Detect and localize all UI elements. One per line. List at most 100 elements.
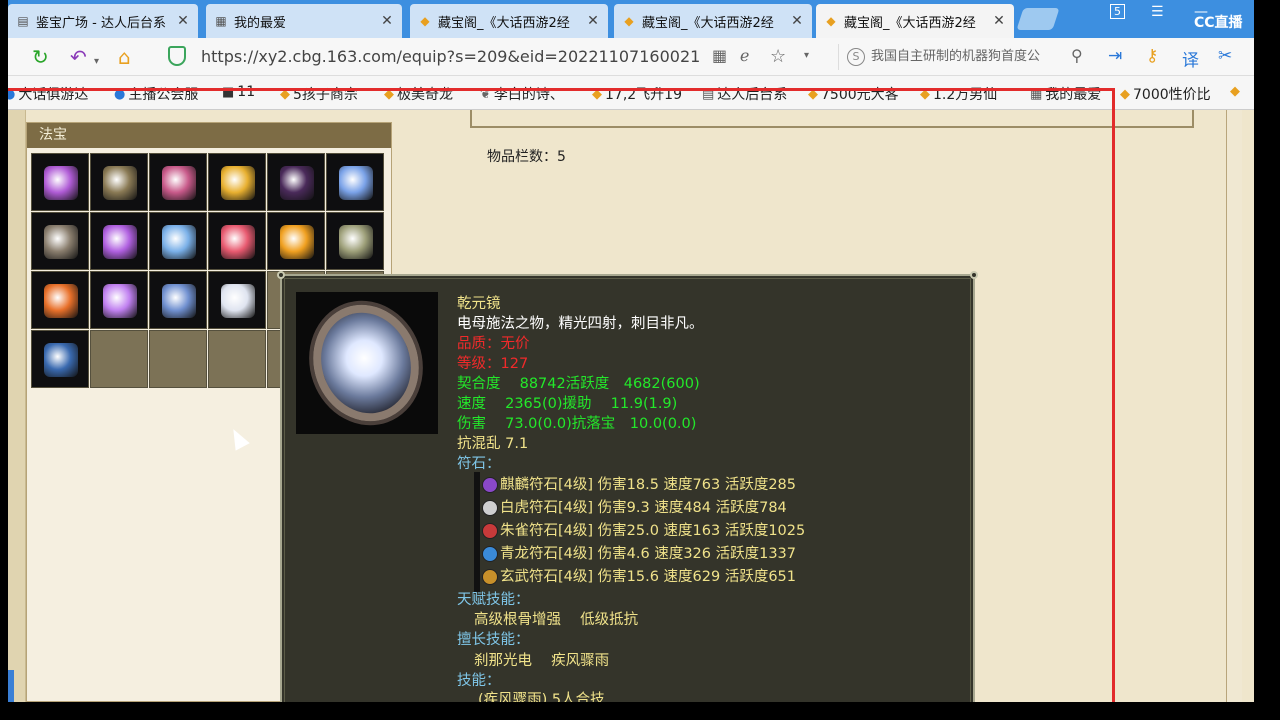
fabao-slot[interactable] (267, 153, 325, 211)
rune-text: 朱雀符石[4级] 伤害25.0 速度163 活跃度1025 (500, 523, 806, 539)
talent-label: 天赋技能： (457, 592, 530, 608)
fabao-slot[interactable] (326, 153, 384, 211)
rune-row: 白虎符石[4级] 伤害9.3 速度484 活跃度784 (482, 498, 787, 518)
rune-icon (482, 523, 498, 539)
bookmark-item[interactable]: ◆ 17,2飞升19 (592, 84, 682, 104)
tab-cbg-2[interactable]: ◆ 藏宝阁_《大话西游2经 ✕ (614, 4, 812, 38)
fabao-slot[interactable] (149, 153, 207, 211)
side-tab[interactable] (8, 670, 14, 702)
bookmark-item[interactable]: ▤ 达人后台系 (702, 84, 787, 104)
home-icon[interactable]: ⌂ (118, 45, 131, 69)
bookmark-icon: ◆ (1230, 84, 1240, 99)
security-shield-icon (168, 46, 186, 66)
treasure-seal-icon (44, 284, 78, 318)
tab-jianbao[interactable]: ▤ 鉴宝广场 - 达人后台系 ✕ (8, 4, 198, 38)
close-icon[interactable]: ✕ (586, 13, 600, 29)
fabao-slot[interactable] (31, 212, 89, 270)
search-box: S 我国自主研制的机器狗首度公 ⚲ (838, 44, 1096, 70)
item-stat-line: 伤害 73.0(0.0)抗落宝 10.0(0.0) (457, 416, 697, 432)
chevron-down-icon[interactable]: ▾ (804, 50, 809, 61)
item-tooltip: 乾元镜 电母施法之物，精光四射，刺目非凡。 品质：无价 等级：127 契合度 8… (277, 271, 978, 702)
rune-icon (482, 546, 498, 562)
close-icon[interactable]: ✕ (790, 13, 804, 29)
search-input[interactable]: 我国自主研制的机器狗首度公 (871, 44, 1065, 70)
tab-bar: ▤ 鉴宝广场 - 达人后台系 ✕ ▦ 我的最爱 ✕ ◆ 藏宝阁_《大话西游2经 … (8, 0, 1254, 38)
search-engine-icon[interactable]: S (847, 48, 865, 66)
key-icon[interactable]: ⚷ (1146, 46, 1158, 66)
cc-live-logo: CC直播 (1194, 15, 1243, 31)
fabao-slot[interactable] (31, 271, 89, 329)
item-name: 乾元镜 (457, 296, 501, 312)
browser-window: ▤ 鉴宝广场 - 达人后台系 ✕ ▦ 我的最爱 ✕ ◆ 藏宝阁_《大话西游2经 … (8, 0, 1254, 702)
tab-cbg-active[interactable]: ◆ 藏宝阁_《大话西游2经 ✕ (816, 4, 1014, 38)
fabao-slot[interactable] (208, 153, 266, 211)
treasure-sword-icon (339, 166, 373, 200)
fabao-slot[interactable] (90, 330, 148, 388)
fabao-slot[interactable] (149, 212, 207, 270)
bookmark-item[interactable]: ■ 11 (222, 84, 255, 100)
url-input[interactable]: https://xy2.cbg.163.com/equip?s=209&eid=… (201, 44, 701, 70)
skill-label: 技能： (457, 673, 501, 689)
bookmark-item[interactable]: ●大话俱游达 (8, 84, 88, 104)
search-icon[interactable]: ⚲ (1071, 46, 1083, 65)
bookmark-label: 达人后台系 (717, 87, 788, 103)
fabao-slot[interactable] (31, 330, 89, 388)
bookmark-item[interactable]: ❦ 李白的诗、 (480, 84, 564, 104)
fabao-slot[interactable] (90, 212, 148, 270)
item-desc: 电母施法之物，精光四射，刺目非凡。 (457, 316, 704, 332)
tab-cbg-1[interactable]: ◆ 藏宝阁_《大话西游2经 ✕ (410, 4, 608, 38)
bookmark-label: 我的最爱 (1045, 87, 1102, 103)
fabao-slot[interactable] (90, 271, 148, 329)
treasure-box-icon (44, 225, 78, 259)
fabao-slot[interactable] (208, 212, 266, 270)
red-annotation-line (1112, 88, 1115, 702)
fabao-slot[interactable] (31, 153, 89, 211)
scissors-icon[interactable]: ✂ (1218, 46, 1232, 66)
treasure-violet-icon (44, 166, 78, 200)
star-icon[interactable]: ☆ (770, 46, 786, 67)
chevron-down-icon[interactable]: ▾ (94, 50, 99, 74)
bookmark-item[interactable]: ◆ 1.2万男仙 (920, 84, 997, 104)
compat-mode-icon[interactable]: ℯ (740, 46, 749, 65)
menu-icon[interactable]: ☰ (1151, 4, 1164, 20)
new-tab-button[interactable] (1016, 8, 1060, 30)
grid-view-icon[interactable]: ▦ (712, 46, 727, 65)
bookmark-item[interactable]: ◆ (1230, 84, 1243, 99)
treasure-bell-icon (103, 166, 137, 200)
item-stat-line: 速度 2365(0)援助 11.9(1.9) (457, 396, 678, 412)
fabao-slot[interactable] (149, 271, 207, 329)
undo-icon[interactable]: ↶ (70, 45, 87, 69)
cbg-icon: ◆ (624, 14, 634, 28)
tab-title: 藏宝阁_《大话西游2经 (844, 15, 976, 31)
bookmark-item[interactable]: ● 主播公会服 (114, 84, 198, 104)
fabao-slot[interactable] (90, 153, 148, 211)
rune-row: 朱雀符石[4级] 伤害25.0 速度163 活跃度1025 (482, 521, 805, 541)
close-icon[interactable]: ✕ (380, 13, 394, 29)
bookmark-item[interactable]: ◆ 5孩子商宗 (280, 84, 358, 104)
bookmark-label: 极美奇龙 (397, 87, 453, 103)
fabao-slot[interactable] (267, 212, 325, 270)
treasure-fan-icon (103, 284, 137, 318)
bookmark-label: 7500元大客 (821, 87, 899, 103)
skill-text: (疾风骤雨) 5人合技 (478, 692, 605, 702)
bookmark-item[interactable]: ◆ 7000性价比 (1120, 84, 1211, 104)
tab-favorites[interactable]: ▦ 我的最爱 ✕ (206, 4, 402, 38)
treasure-mirror-icon (221, 284, 255, 318)
page-icon: ▤ (17, 14, 29, 28)
refresh-icon[interactable]: ↻ (32, 45, 49, 69)
tab-title: 藏宝阁_《大话西游2经 (438, 15, 570, 31)
bookmark-item[interactable]: ◆ 7500元大客 (808, 84, 899, 104)
translate-icon[interactable]: 译 (1182, 46, 1199, 71)
close-icon[interactable]: ✕ (992, 13, 1006, 29)
close-icon[interactable]: ✕ (176, 13, 190, 29)
window-badge[interactable]: 5 (1110, 4, 1125, 19)
login-icon[interactable]: ⇥ (1108, 46, 1122, 66)
bookmark-item[interactable]: ▦ 我的最爱 (1030, 84, 1101, 104)
fabao-slot[interactable] (149, 330, 207, 388)
bookmark-item[interactable]: ◆ 极美奇龙 (384, 84, 453, 104)
fabao-slot[interactable] (208, 330, 266, 388)
bookmark-label: 7000性价比 (1133, 87, 1211, 103)
special-label: 擅长技能： (457, 632, 530, 648)
fabao-slot[interactable] (326, 212, 384, 270)
fabao-slot[interactable] (208, 271, 266, 329)
